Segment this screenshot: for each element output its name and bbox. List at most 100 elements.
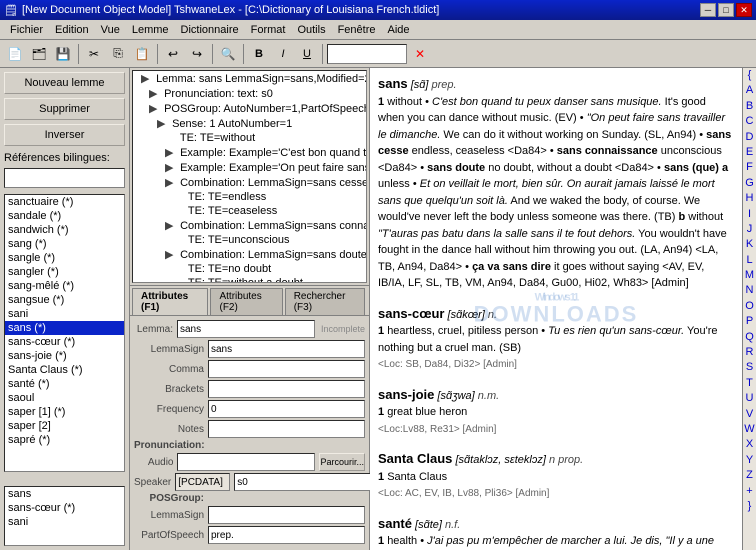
word-item[interactable]: sapré (*) (5, 433, 124, 447)
word-item[interactable]: sanctuaire (*) (5, 195, 124, 209)
frequency-input[interactable] (208, 400, 365, 418)
tree-node[interactable]: TE: TE=without a doubt (133, 276, 366, 283)
menu-fichier[interactable]: Fichier (4, 22, 49, 38)
word-item[interactable]: sani (5, 307, 124, 321)
search-input[interactable] (327, 44, 407, 64)
alpha-u[interactable]: U (743, 391, 756, 406)
tree-node[interactable]: ▶ POSGroup: AutoNumber=1,PartOfSpeech=pr… (133, 101, 366, 116)
word-item[interactable]: sangle (*) (5, 251, 124, 265)
tree-node[interactable]: TE: TE=no doubt (133, 262, 366, 276)
new-button[interactable]: 📄 (4, 43, 26, 65)
word-item[interactable]: Santa Claus (*) (5, 363, 124, 377)
bold-button[interactable]: B (248, 43, 270, 65)
tab-attributes-f2[interactable]: Attributes (F2) (210, 288, 282, 315)
word-item[interactable]: sans-joie (*) (5, 349, 124, 363)
alpha-z[interactable]: Z (743, 468, 756, 483)
tree-node[interactable]: ▶ Combination: LemmaSign=sans connaissan… (133, 218, 366, 233)
menu-format[interactable]: Format (245, 22, 292, 38)
tab-attributes-f1[interactable]: Attributes (F1) (132, 288, 208, 315)
alpha-d[interactable]: D (743, 130, 756, 145)
nouveau-lemme-button[interactable]: Nouveau lemme (4, 72, 125, 94)
word-item[interactable]: sans-cœur (*) (5, 501, 124, 515)
notes-input[interactable] (208, 420, 365, 438)
tree-node[interactable]: TE: TE=ceaseless (133, 204, 366, 218)
maximize-button[interactable]: □ (718, 3, 734, 17)
minimize-button[interactable]: ─ (700, 3, 716, 17)
word-item[interactable]: sang (*) (5, 237, 124, 251)
alpha-i[interactable]: I (743, 207, 756, 222)
word-list-secondary[interactable]: sans sans-cœur (*) sani (4, 486, 125, 546)
alpha-r[interactable]: R (743, 345, 756, 360)
alpha-bracket-close[interactable]: } (743, 499, 756, 514)
redo-button[interactable]: ↪ (186, 43, 208, 65)
alpha-bracket-open[interactable]: { (743, 68, 756, 83)
alpha-t[interactable]: T (743, 376, 756, 391)
brackets-input[interactable] (208, 380, 365, 398)
alpha-k[interactable]: K (743, 237, 756, 252)
tree-area[interactable]: ▶ Lemma: sans LemmaSign=sans,Modified=20… (132, 70, 367, 283)
alpha-q[interactable]: Q (743, 330, 756, 345)
italic-button[interactable]: I (272, 43, 294, 65)
title-bar-controls[interactable]: ─ □ ✕ (700, 3, 752, 17)
menu-lemme[interactable]: Lemme (126, 22, 175, 38)
undo-button[interactable]: ↩ (162, 43, 184, 65)
alpha-v[interactable]: V (743, 407, 756, 422)
alpha-w[interactable]: W (743, 422, 756, 437)
search-button[interactable]: 🔍 (217, 43, 239, 65)
menu-outils[interactable]: Outils (291, 22, 331, 38)
alpha-c[interactable]: C (743, 114, 756, 129)
alpha-g[interactable]: G (743, 176, 756, 191)
menu-edition[interactable]: Edition (49, 22, 95, 38)
alpha-b[interactable]: B (743, 99, 756, 114)
audio-input[interactable] (177, 453, 315, 471)
alpha-f[interactable]: F (743, 160, 756, 175)
word-item[interactable]: sandwich (*) (5, 223, 124, 237)
alpha-l[interactable]: L (743, 253, 756, 268)
word-item[interactable]: sans (5, 487, 124, 501)
save-button[interactable]: 💾 (52, 43, 74, 65)
underline-button[interactable]: U (296, 43, 318, 65)
alpha-n[interactable]: N (743, 283, 756, 298)
word-item[interactable]: sang-mêlé (*) (5, 279, 124, 293)
speaker-input[interactable] (175, 473, 230, 491)
alpha-s[interactable]: S (743, 360, 756, 375)
word-list[interactable]: sanctuaire (*) sandale (*) sandwich (*) … (4, 194, 125, 472)
menu-aide[interactable]: Aide (382, 22, 416, 38)
word-item-selected[interactable]: sans (*) (5, 321, 124, 335)
word-item[interactable]: saper [1] (*) (5, 405, 124, 419)
alpha-p[interactable]: P (743, 314, 756, 329)
tree-node[interactable]: TE: TE=unconscious (133, 233, 366, 247)
tree-node[interactable]: ▶ Pronunciation: text: s0 (133, 86, 366, 101)
tree-node[interactable]: ▶ Example: Example='C'est bon quand tu p… (133, 145, 366, 160)
open-button[interactable]: 🗂 (28, 43, 50, 65)
tree-node[interactable]: ▶ Example: Example='On peut faire sans t… (133, 160, 366, 175)
close-button[interactable]: ✕ (736, 3, 752, 17)
tree-node[interactable]: ▶ Combination: LemmaSign=sans doute,Etym… (133, 247, 366, 262)
menu-fenetre[interactable]: Fenêtre (332, 22, 382, 38)
tab-rechercher-f3[interactable]: Rechercher (F3) (285, 288, 365, 315)
paste-button[interactable]: 📋 (131, 43, 153, 65)
menu-dictionnaire[interactable]: Dictionnaire (175, 22, 245, 38)
copy-button[interactable]: ⎘ (107, 43, 129, 65)
word-item[interactable]: santé (*) (5, 377, 124, 391)
alpha-m[interactable]: M (743, 268, 756, 283)
alpha-h[interactable]: H (743, 191, 756, 206)
tree-node[interactable]: TE: TE=endless (133, 190, 366, 204)
alpha-e[interactable]: E (743, 145, 756, 160)
comma-input[interactable] (208, 360, 365, 378)
alpha-y[interactable]: Y (743, 453, 756, 468)
alpha-o[interactable]: O (743, 299, 756, 314)
references-input[interactable] (4, 168, 125, 188)
tree-node[interactable]: ▶ Combination: LemmaSign=sans cesse,Etym… (133, 175, 366, 190)
tree-node[interactable]: TE: TE=without (133, 131, 366, 145)
word-item[interactable]: sandale (*) (5, 209, 124, 223)
partofspeech-input[interactable] (208, 526, 365, 544)
lemmasign-input[interactable] (208, 340, 365, 358)
alpha-a[interactable]: A (743, 83, 756, 98)
supprimer-button[interactable]: Supprimer (4, 98, 125, 120)
tree-node[interactable]: ▶ Sense: 1 AutoNumber=1 (133, 116, 366, 131)
word-item[interactable]: saoul (5, 391, 124, 405)
cut-button[interactable]: ✂ (83, 43, 105, 65)
parcourir-button[interactable]: Parcourir... (319, 453, 365, 471)
alpha-j[interactable]: J (743, 222, 756, 237)
